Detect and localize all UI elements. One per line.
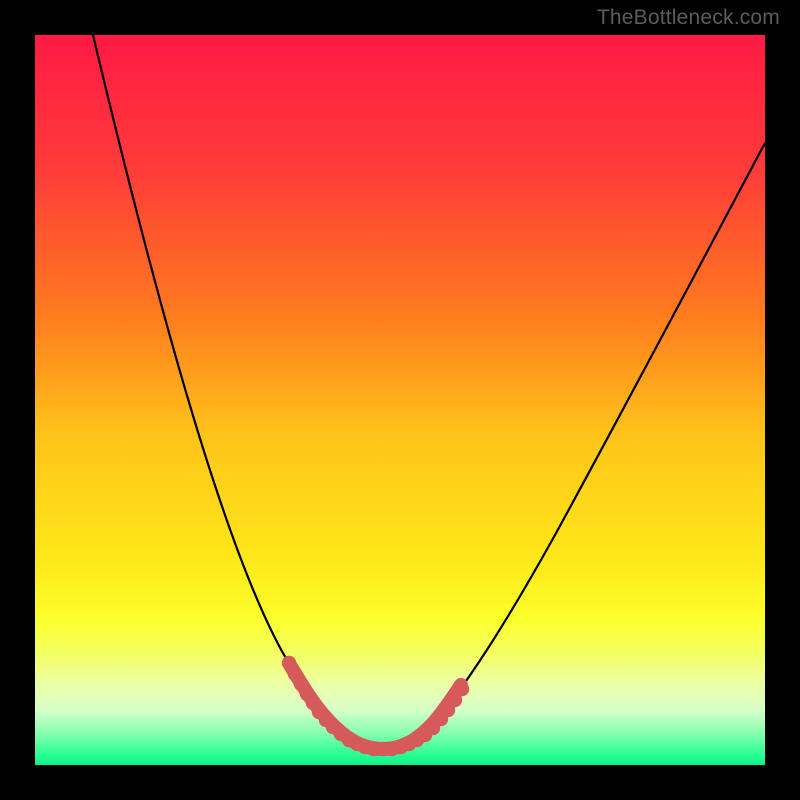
gradient-background — [35, 35, 765, 765]
plot-area — [35, 35, 765, 765]
watermark-text: TheBottleneck.com — [597, 6, 780, 30]
highlight-dot — [455, 682, 469, 696]
bottleneck-chart — [35, 35, 765, 765]
chart-frame: TheBottleneck.com — [0, 0, 800, 800]
